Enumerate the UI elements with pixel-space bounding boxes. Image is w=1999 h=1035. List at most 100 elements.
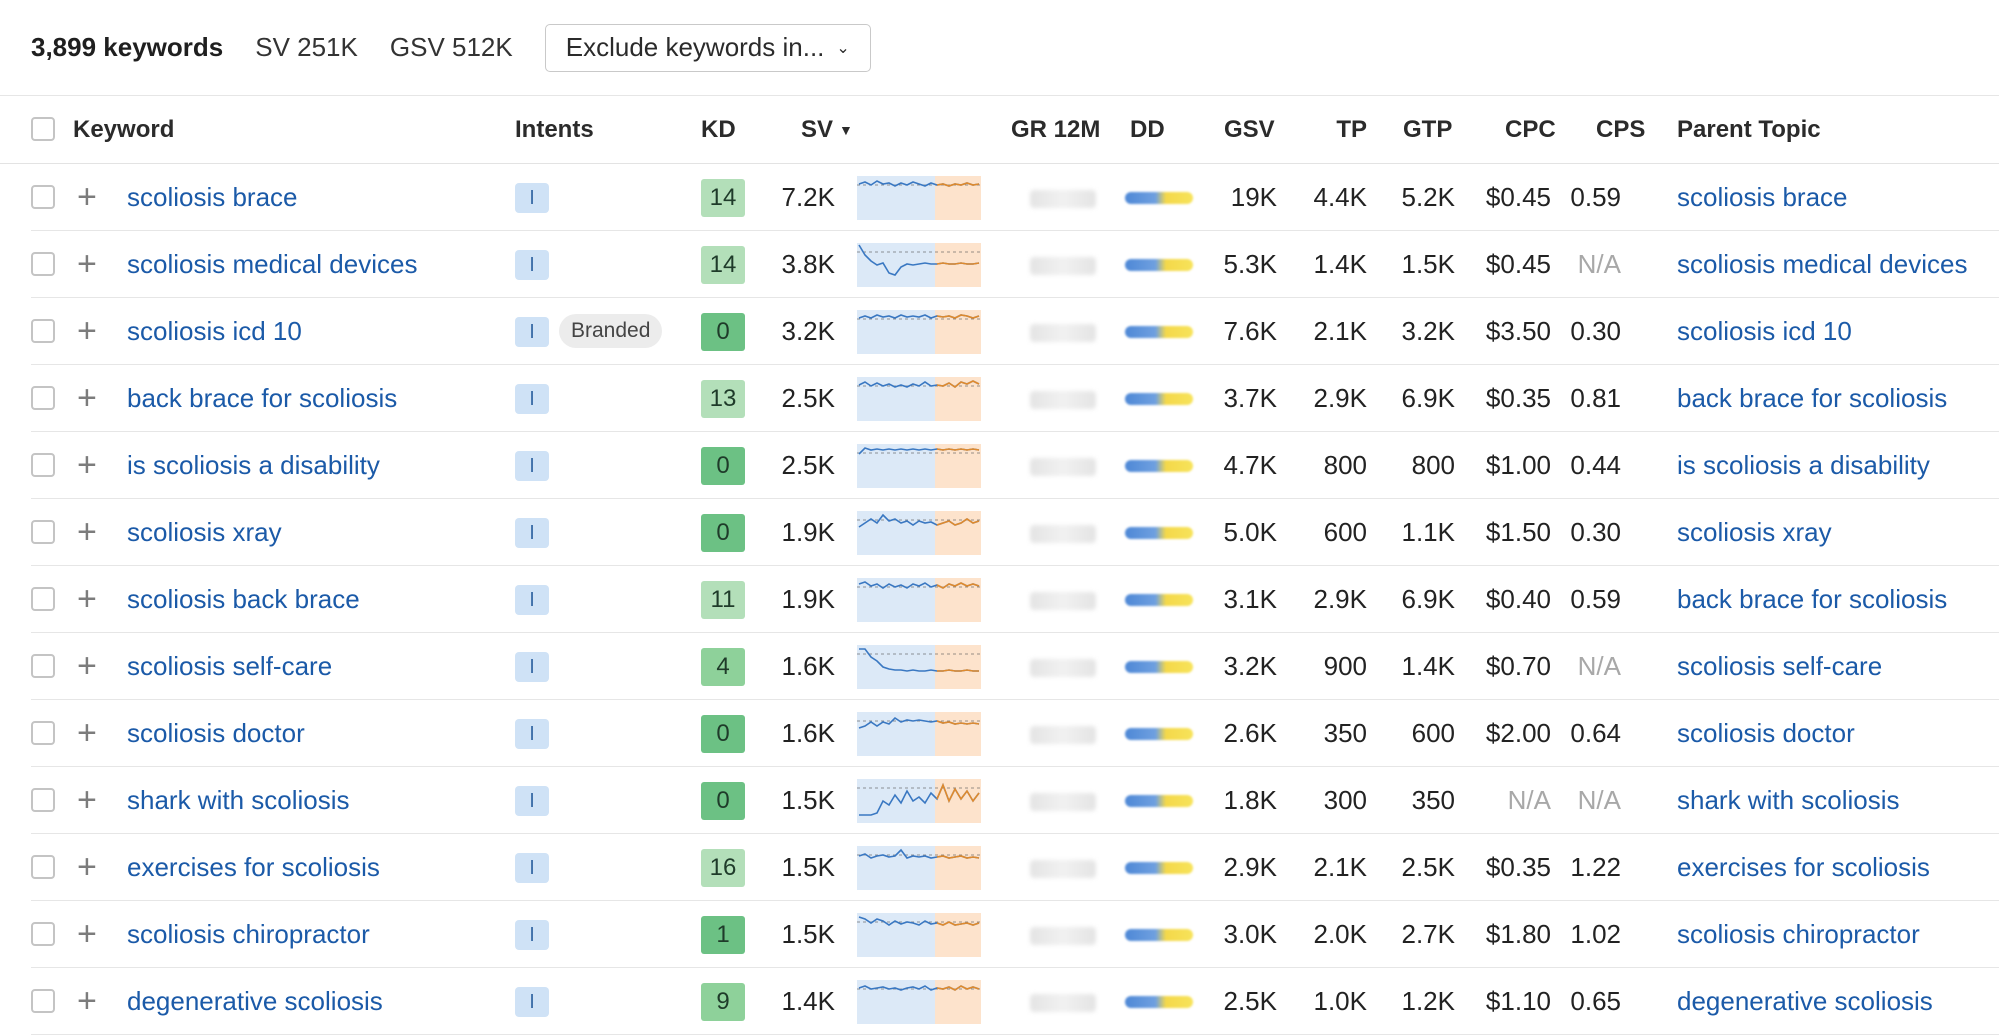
intent-badge[interactable]: I: [515, 317, 549, 347]
parent-topic-link[interactable]: shark with scoliosis: [1677, 767, 1900, 833]
keyword-link[interactable]: is scoliosis a disability: [127, 432, 380, 498]
add-keyword-plus-icon[interactable]: +: [77, 566, 97, 632]
row-checkbox[interactable]: [31, 788, 55, 812]
add-keyword-plus-icon[interactable]: +: [77, 164, 97, 230]
row-checkbox[interactable]: [31, 922, 55, 946]
add-keyword-plus-icon[interactable]: +: [77, 365, 97, 431]
keyword-link[interactable]: shark with scoliosis: [127, 767, 350, 833]
col-gsv[interactable]: GSV: [1224, 96, 1275, 163]
cps-value: 0.59: [1570, 584, 1621, 614]
col-gr12m[interactable]: GR 12M: [1011, 96, 1100, 163]
intent-badge[interactable]: I: [515, 786, 549, 816]
row-checkbox[interactable]: [31, 185, 55, 209]
add-keyword-plus-icon[interactable]: +: [77, 499, 97, 565]
col-gtp[interactable]: GTP: [1403, 96, 1452, 163]
kd-badge: 13: [701, 380, 745, 418]
add-keyword-plus-icon[interactable]: +: [77, 298, 97, 364]
intent-badge[interactable]: I: [515, 719, 549, 749]
row-checkbox[interactable]: [31, 453, 55, 477]
trend-sparkline[interactable]: [857, 980, 981, 1024]
trend-sparkline[interactable]: [857, 846, 981, 890]
row-checkbox[interactable]: [31, 721, 55, 745]
parent-topic-link[interactable]: scoliosis icd 10: [1677, 298, 1852, 364]
keyword-link[interactable]: scoliosis back brace: [127, 566, 360, 632]
row-checkbox[interactable]: [31, 252, 55, 276]
add-keyword-plus-icon[interactable]: +: [77, 633, 97, 699]
dd-distribution-bar: [1125, 996, 1193, 1008]
row-checkbox[interactable]: [31, 386, 55, 410]
trend-sparkline[interactable]: [857, 176, 981, 220]
col-dd[interactable]: DD: [1130, 96, 1165, 163]
trend-sparkline[interactable]: [857, 310, 981, 354]
dd-distribution-bar: [1125, 527, 1193, 539]
add-keyword-plus-icon[interactable]: +: [77, 834, 97, 900]
intent-badge[interactable]: I: [515, 585, 549, 615]
row-checkbox[interactable]: [31, 319, 55, 343]
keyword-link[interactable]: scoliosis chiropractor: [127, 901, 370, 967]
trend-sparkline[interactable]: [857, 243, 981, 287]
trend-sparkline[interactable]: [857, 779, 981, 823]
intent-badge[interactable]: I: [515, 987, 549, 1017]
row-checkbox[interactable]: [31, 587, 55, 611]
trend-sparkline[interactable]: [857, 645, 981, 689]
keyword-link[interactable]: scoliosis medical devices: [127, 231, 417, 297]
add-keyword-plus-icon[interactable]: +: [77, 901, 97, 967]
trend-sparkline[interactable]: [857, 444, 981, 488]
trend-sparkline[interactable]: [857, 511, 981, 555]
col-keyword[interactable]: Keyword: [73, 96, 174, 163]
exclude-keywords-label: Exclude keywords in...: [565, 32, 825, 62]
keyword-link[interactable]: scoliosis self-care: [127, 633, 332, 699]
keyword-link[interactable]: exercises for scoliosis: [127, 834, 380, 900]
col-cpc[interactable]: CPC: [1505, 96, 1556, 163]
trend-sparkline[interactable]: [857, 578, 981, 622]
trend-sparkline[interactable]: [857, 377, 981, 421]
kd-badge: 1: [701, 916, 745, 954]
col-kd[interactable]: KD: [701, 96, 736, 163]
add-keyword-plus-icon[interactable]: +: [77, 700, 97, 766]
add-keyword-plus-icon[interactable]: +: [77, 432, 97, 498]
col-tp[interactable]: TP: [1323, 96, 1367, 163]
trend-sparkline[interactable]: [857, 913, 981, 957]
parent-topic-link[interactable]: is scoliosis a disability: [1677, 432, 1930, 498]
col-intents[interactable]: Intents: [515, 96, 594, 163]
parent-topic-link[interactable]: scoliosis self-care: [1677, 633, 1882, 699]
intent-badge[interactable]: I: [515, 183, 549, 213]
intent-badge[interactable]: I: [515, 853, 549, 883]
row-checkbox[interactable]: [31, 855, 55, 879]
row-checkbox[interactable]: [31, 989, 55, 1013]
keyword-link[interactable]: scoliosis icd 10: [127, 298, 302, 364]
exclude-keywords-button[interactable]: Exclude keywords in... ⌄: [544, 23, 871, 72]
parent-topic-link[interactable]: scoliosis medical devices: [1677, 231, 1967, 297]
keyword-link[interactable]: scoliosis xray: [127, 499, 282, 565]
add-keyword-plus-icon[interactable]: +: [77, 968, 97, 1034]
intent-badge[interactable]: I: [515, 384, 549, 414]
keyword-link[interactable]: degenerative scoliosis: [127, 968, 383, 1034]
parent-topic-link[interactable]: degenerative scoliosis: [1677, 968, 1933, 1034]
parent-topic-link[interactable]: scoliosis xray: [1677, 499, 1832, 565]
add-keyword-plus-icon[interactable]: +: [77, 767, 97, 833]
parent-topic-link[interactable]: scoliosis doctor: [1677, 700, 1855, 766]
col-cps[interactable]: CPS: [1596, 96, 1645, 163]
intent-badge[interactable]: I: [515, 652, 549, 682]
intent-badge[interactable]: I: [515, 518, 549, 548]
add-keyword-plus-icon[interactable]: +: [77, 231, 97, 297]
row-checkbox[interactable]: [31, 654, 55, 678]
keyword-link[interactable]: scoliosis brace: [127, 164, 298, 230]
keyword-link[interactable]: scoliosis doctor: [127, 700, 305, 766]
table-row: + scoliosis back brace I 11 1.9K 3.1K 2.9K 6.9K…: [31, 566, 1999, 633]
parent-topic-link[interactable]: scoliosis brace: [1677, 164, 1848, 230]
parent-topic-link[interactable]: back brace for scoliosis: [1677, 566, 1947, 632]
parent-topic-link[interactable]: exercises for scoliosis: [1677, 834, 1930, 900]
parent-topic-link[interactable]: scoliosis chiropractor: [1677, 901, 1920, 967]
row-checkbox[interactable]: [31, 520, 55, 544]
select-all-checkbox[interactable]: [31, 117, 55, 141]
parent-topic-link[interactable]: back brace for scoliosis: [1677, 365, 1947, 431]
keyword-link[interactable]: back brace for scoliosis: [127, 365, 397, 431]
col-sv[interactable]: SV ▼: [801, 96, 853, 163]
trend-sparkline[interactable]: [857, 712, 981, 756]
kd-badge: 0: [701, 715, 745, 753]
intent-badge[interactable]: I: [515, 451, 549, 481]
intent-badge[interactable]: I: [515, 250, 549, 280]
intent-badge[interactable]: I: [515, 920, 549, 950]
col-parent-topic[interactable]: Parent Topic: [1677, 96, 1821, 163]
